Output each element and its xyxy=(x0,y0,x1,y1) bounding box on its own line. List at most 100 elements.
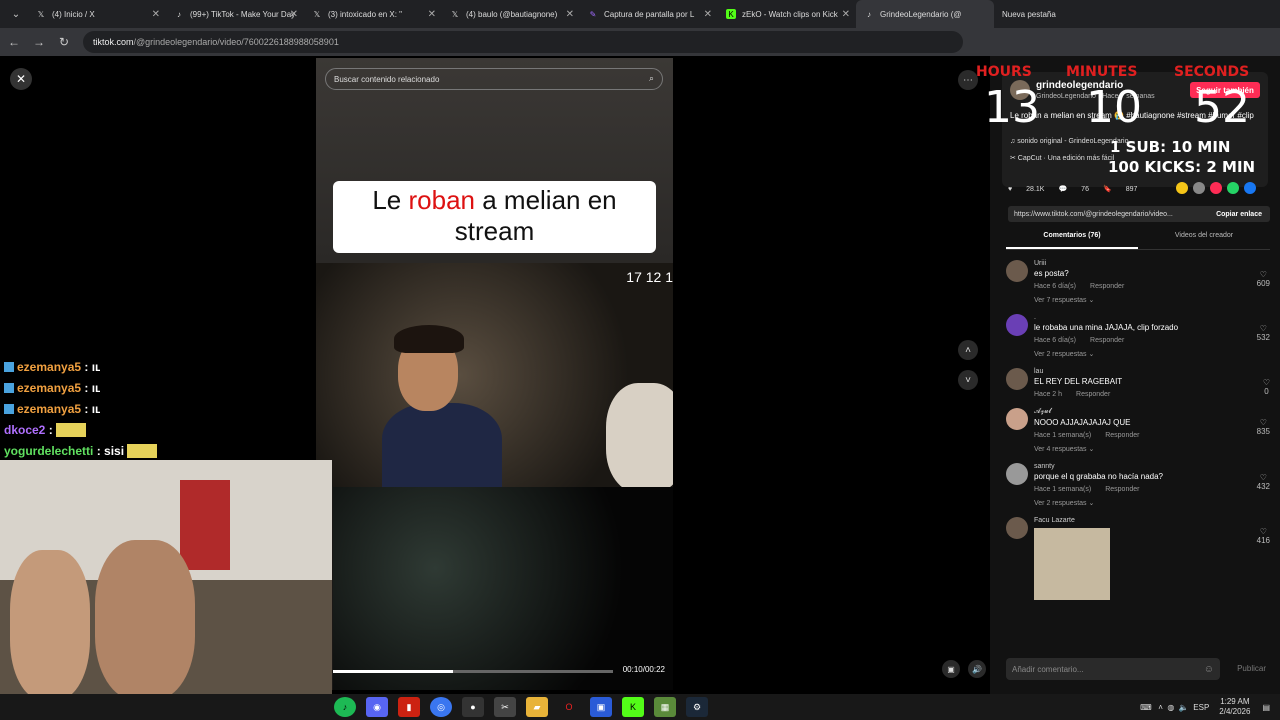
comment-like[interactable]: ♡ 0 xyxy=(1263,378,1270,396)
tab-2[interactable]: ♪ (99+) TikTok - Make Your Day ✕ xyxy=(166,0,304,28)
reply-button[interactable]: Responder xyxy=(1090,283,1124,290)
heart-icon[interactable]: ♡ xyxy=(1263,378,1270,387)
share-icon[interactable] xyxy=(1176,182,1188,194)
view-replies[interactable]: Ver 4 respuestas ⌄ xyxy=(1034,445,1270,453)
heart-icon[interactable]: ♡ xyxy=(1257,418,1270,427)
kick-icon[interactable]: K xyxy=(622,697,644,717)
miniplayer-icon[interactable]: ▣ xyxy=(942,660,960,678)
tab-7[interactable]: ♪ GrindeoLegendario (@ xyxy=(856,0,994,28)
chevron-up-icon[interactable]: ˄ xyxy=(1158,703,1163,712)
chat-message: yogurdelechetti : sisi xyxy=(0,440,320,461)
comment-like[interactable]: ♡ 835 xyxy=(1257,418,1270,436)
app-icon[interactable]: ▣ xyxy=(590,697,612,717)
tab-5[interactable]: ✎ Captura de pantalla por L ✕ xyxy=(580,0,718,28)
volume-icon[interactable]: 🔊 xyxy=(968,660,986,678)
avatar[interactable] xyxy=(1006,517,1028,539)
reply-button[interactable]: Responder xyxy=(1090,337,1124,344)
chevron-down-icon[interactable]: ˅ xyxy=(958,370,978,390)
keyboard-icon[interactable]: ⌨ xyxy=(1140,703,1152,712)
comment-like[interactable]: ♡ 532 xyxy=(1257,324,1270,342)
view-replies[interactable]: Ver 2 respuestas ⌄ xyxy=(1034,350,1270,358)
tab-comments[interactable]: Comentarios (76) xyxy=(1006,232,1138,249)
forward-icon[interactable]: → xyxy=(28,31,50,53)
capcut-icon[interactable]: ✂ xyxy=(494,697,516,717)
url-field[interactable]: tiktok.com/@grindeolegendario/video/7600… xyxy=(83,31,963,53)
add-comment-input[interactable]: Añadir comentario... ☺ xyxy=(1006,658,1220,680)
close-icon[interactable]: ✕ xyxy=(290,9,298,20)
language-indicator[interactable]: ESP xyxy=(1193,703,1209,712)
emoji-icon[interactable]: ☺ xyxy=(1204,664,1214,675)
opera-icon[interactable]: O xyxy=(558,697,580,717)
back-icon[interactable]: ← xyxy=(3,31,25,53)
comment-author[interactable]: 𝓐𝔃𝓾𝓵 xyxy=(1034,408,1270,416)
heart-icon[interactable]: ♡ xyxy=(1257,473,1270,482)
close-icon[interactable]: ✕ xyxy=(428,9,436,20)
discord-icon[interactable]: ◉ xyxy=(366,697,388,717)
tab-creator-videos[interactable]: Videos del creador xyxy=(1138,232,1270,249)
avatar[interactable] xyxy=(1006,408,1028,430)
folder-icon[interactable]: ▰ xyxy=(526,697,548,717)
related-search-input[interactable]: Buscar contenido relacionado ⌕ xyxy=(325,68,663,90)
tab-3[interactable]: 𝕏 (3) intoxicado en X: " ✕ xyxy=(304,0,442,28)
volume-icon[interactable]: 🔈 xyxy=(1179,703,1189,712)
close-icon[interactable]: ✕ xyxy=(566,9,574,20)
comment-like[interactable]: ♡ 416 xyxy=(1257,527,1270,545)
obs-icon[interactable]: ● xyxy=(462,697,484,717)
comment-author[interactable]: . xyxy=(1034,314,1270,321)
comment-like[interactable]: ♡ 609 xyxy=(1257,270,1270,288)
tab-6[interactable]: KzEkO - Watch clips on Kick ✕ xyxy=(718,0,856,28)
voice-app-icon[interactable]: ▮ xyxy=(398,697,420,717)
whatsapp-icon[interactable] xyxy=(1227,182,1239,194)
reload-icon[interactable]: ↻ xyxy=(53,31,75,53)
search-icon[interactable]: ⌕ xyxy=(649,73,654,84)
minecraft-icon[interactable]: ▦ xyxy=(654,697,676,717)
comment-author[interactable]: lau xyxy=(1034,368,1270,375)
chrome-icon[interactable]: ◎ xyxy=(430,697,452,717)
reply-button[interactable]: Responder xyxy=(1105,486,1139,493)
reply-button[interactable]: Responder xyxy=(1076,391,1110,398)
close-icon[interactable]: ✕ xyxy=(842,9,850,20)
tab-1[interactable]: 𝕏 (4) Inicio / X ✕ xyxy=(28,0,166,28)
publish-button[interactable]: Publicar xyxy=(1237,664,1266,673)
avatar[interactable] xyxy=(1006,314,1028,336)
view-replies[interactable]: Ver 2 respuestas ⌄ xyxy=(1034,499,1270,507)
tab-search-button[interactable]: ⌄ xyxy=(4,4,28,24)
spotify-icon[interactable]: ♪ xyxy=(334,697,356,717)
video-progress-bar[interactable] xyxy=(333,670,613,673)
new-tab[interactable]: Nueva pestaña xyxy=(994,0,1084,28)
notifications-icon[interactable]: ▤ xyxy=(1262,703,1270,712)
network-icon[interactable]: ◍ xyxy=(1167,703,1174,712)
heart-icon[interactable]: ♡ xyxy=(1257,324,1270,333)
comment-author[interactable]: sannty xyxy=(1034,463,1270,470)
chevron-up-icon[interactable]: ˄ xyxy=(958,340,978,360)
avatar[interactable] xyxy=(1006,368,1028,390)
video-player[interactable]: Buscar contenido relacionado ⌕ Le roban a… xyxy=(316,58,673,690)
comment-author[interactable]: Uriii xyxy=(1034,260,1270,267)
like-icon[interactable]: ♥ xyxy=(1008,186,1012,193)
avatar[interactable] xyxy=(1006,463,1028,485)
steam-icon[interactable]: ⚙ xyxy=(686,697,708,717)
comment-icon[interactable]: 💬 xyxy=(1058,185,1067,193)
comment-like[interactable]: ♡ 432 xyxy=(1257,473,1270,491)
clock[interactable]: 1:29 AM 2/4/2026 xyxy=(1219,697,1250,717)
tab-label: (4) Inicio / X xyxy=(52,9,95,19)
comment-author[interactable]: Facu Lazarte xyxy=(1034,517,1270,524)
comment-text: es posta? xyxy=(1034,269,1069,278)
reply-button[interactable]: Responder xyxy=(1105,432,1139,439)
video-bottom-frame xyxy=(333,487,673,690)
avatar[interactable] xyxy=(1006,260,1028,282)
hours-value: 13 xyxy=(984,82,1040,133)
embed-icon[interactable] xyxy=(1193,182,1205,194)
facebook-icon[interactable] xyxy=(1244,182,1256,194)
close-icon[interactable]: ✕ xyxy=(152,9,160,20)
view-replies[interactable]: Ver 7 respuestas ⌄ xyxy=(1034,296,1270,304)
close-video-button[interactable]: ✕ xyxy=(10,68,32,90)
tab-4[interactable]: 𝕏 (4) baulo (@bautiagnone) ✕ xyxy=(442,0,580,28)
bookmark-icon[interactable]: 🔖 xyxy=(1103,185,1112,193)
heart-icon[interactable]: ♡ xyxy=(1257,270,1270,279)
copy-link-button[interactable]: Copiar enlace xyxy=(1216,211,1262,218)
heart-icon[interactable]: ♡ xyxy=(1257,527,1270,536)
close-icon[interactable]: ✕ xyxy=(704,9,712,20)
send-icon[interactable] xyxy=(1210,182,1222,194)
comment-image[interactable] xyxy=(1034,528,1110,600)
